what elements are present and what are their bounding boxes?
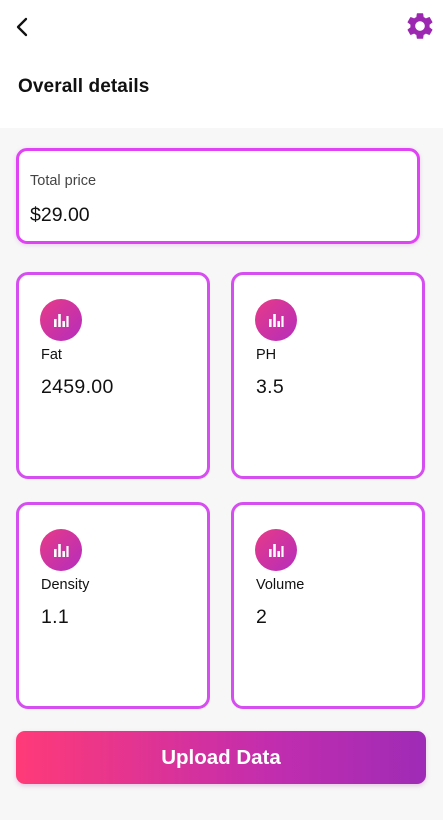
metric-card-fat: Fat 2459.00 <box>16 272 210 479</box>
gear-icon <box>407 13 433 39</box>
back-button[interactable] <box>6 10 40 44</box>
settings-button[interactable] <box>400 6 440 46</box>
metric-value: 2 <box>256 606 268 628</box>
metric-card-volume: Volume 2 <box>231 502 425 709</box>
total-price-label: Total price <box>30 173 97 189</box>
metric-value: 3.5 <box>256 376 285 398</box>
metric-value: 2459.00 <box>41 376 114 398</box>
upload-data-button[interactable]: Upload Data <box>16 731 426 784</box>
metric-card-ph: PH 3.5 <box>231 272 425 479</box>
metric-card-density: Density 1.1 <box>16 502 210 709</box>
metric-value: 1.1 <box>41 606 70 628</box>
metric-label: Volume <box>256 577 305 593</box>
metric-label: Density <box>41 577 90 593</box>
bar-chart-icon <box>40 529 82 571</box>
bar-chart-icon <box>40 299 82 341</box>
bar-chart-icon <box>255 529 297 571</box>
app-bar: Overall details <box>0 0 443 128</box>
total-price-value: $29.00 <box>30 204 90 226</box>
chevron-left-icon <box>16 17 28 37</box>
total-price-card: Total price $29.00 <box>16 148 420 244</box>
metric-label: PH <box>256 347 277 363</box>
page-title: Overall details <box>18 76 150 97</box>
metric-label: Fat <box>41 347 62 363</box>
bar-chart-icon <box>255 299 297 341</box>
